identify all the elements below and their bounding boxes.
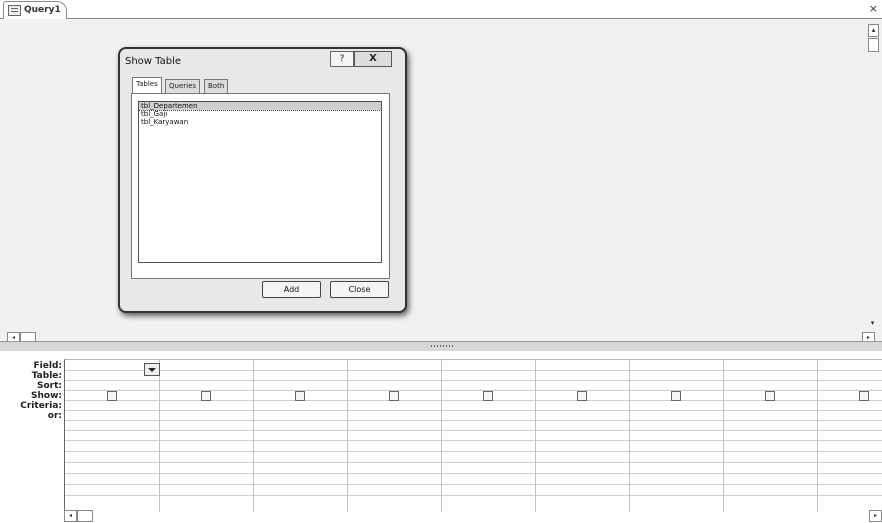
- grid-scroll-right-button[interactable]: ▸: [869, 510, 882, 522]
- tables-tab-panel: tbl_Departemen tbl_Gaji tbl_Karyawan: [131, 93, 390, 279]
- row-label-or: or:: [47, 411, 62, 421]
- grid-column[interactable]: [253, 360, 348, 512]
- grid-column[interactable]: [723, 360, 818, 512]
- add-button[interactable]: Add: [262, 281, 321, 298]
- query-design-grid[interactable]: [64, 359, 882, 512]
- help-button[interactable]: ?: [330, 51, 354, 67]
- query1-tab-label: Query1: [24, 5, 61, 15]
- show-checkbox[interactable]: [107, 391, 117, 401]
- grid-column[interactable]: [629, 360, 724, 512]
- grid-column[interactable]: [441, 360, 536, 512]
- scroll-thumb[interactable]: [868, 38, 879, 52]
- query-icon: [8, 5, 21, 16]
- show-checkbox[interactable]: [577, 391, 587, 401]
- row-label-show: Show:: [31, 391, 62, 401]
- field-dropdown-button[interactable]: [144, 363, 160, 376]
- show-checkbox[interactable]: [671, 391, 681, 401]
- tab-tables[interactable]: Tables: [132, 77, 162, 93]
- grid-column[interactable]: [159, 360, 254, 512]
- list-item-tbl-departemen[interactable]: tbl_Departemen: [138, 101, 382, 111]
- scroll-down-button[interactable]: ▾: [868, 318, 877, 329]
- dialog-close-x-button[interactable]: X: [354, 51, 392, 67]
- grid-column[interactable]: [535, 360, 630, 512]
- design-grid-horizontal-scrollbar[interactable]: ◂ ▸: [64, 510, 882, 522]
- list-item-tbl-gaji[interactable]: tbl_Gaji: [139, 110, 381, 118]
- row-label-table: Table:: [31, 371, 62, 381]
- show-checkbox[interactable]: [295, 391, 305, 401]
- tables-listbox[interactable]: tbl_Departemen tbl_Gaji tbl_Karyawan: [138, 101, 382, 263]
- query1-tab[interactable]: Query1: [3, 1, 67, 19]
- grid-row-labels: Field: Table: Sort: Show: Criteria: or:: [0, 361, 62, 421]
- design-grid-pane: Field: Table: Sort: Show: Criteria: or: …: [0, 351, 882, 523]
- show-checkbox[interactable]: [201, 391, 211, 401]
- row-label-sort: Sort:: [36, 381, 62, 391]
- table-pane-vertical-scrollbar[interactable]: ▴ ▾: [868, 24, 879, 329]
- grid-scroll-left-button[interactable]: ◂: [64, 510, 77, 522]
- grid-column[interactable]: [347, 360, 442, 512]
- list-item-tbl-karyawan[interactable]: tbl_Karyawan: [139, 118, 381, 126]
- tab-queries[interactable]: Queries: [165, 79, 201, 93]
- row-label-field: Field:: [33, 361, 62, 371]
- close-button[interactable]: Close: [330, 281, 389, 298]
- grid-column[interactable]: [65, 360, 160, 512]
- close-document-button[interactable]: ×: [869, 2, 878, 15]
- splitter-grip[interactable]: [431, 345, 453, 347]
- scroll-up-button[interactable]: ▴: [868, 24, 879, 37]
- show-checkbox[interactable]: [389, 391, 399, 401]
- grid-column[interactable]: [817, 360, 882, 512]
- show-checkbox[interactable]: [765, 391, 775, 401]
- grid-horizontal-scroll-thumb[interactable]: [77, 510, 93, 522]
- document-tab-strip: Query1 ×: [0, 0, 882, 19]
- tab-both[interactable]: Both: [204, 79, 229, 93]
- row-label-criteria: Criteria:: [20, 401, 62, 411]
- show-checkbox[interactable]: [859, 391, 869, 401]
- show-table-dialog: Show Table ? X Tables Queries Both tbl_D…: [118, 47, 407, 313]
- dialog-title: Show Table: [125, 56, 182, 67]
- show-checkbox[interactable]: [483, 391, 493, 401]
